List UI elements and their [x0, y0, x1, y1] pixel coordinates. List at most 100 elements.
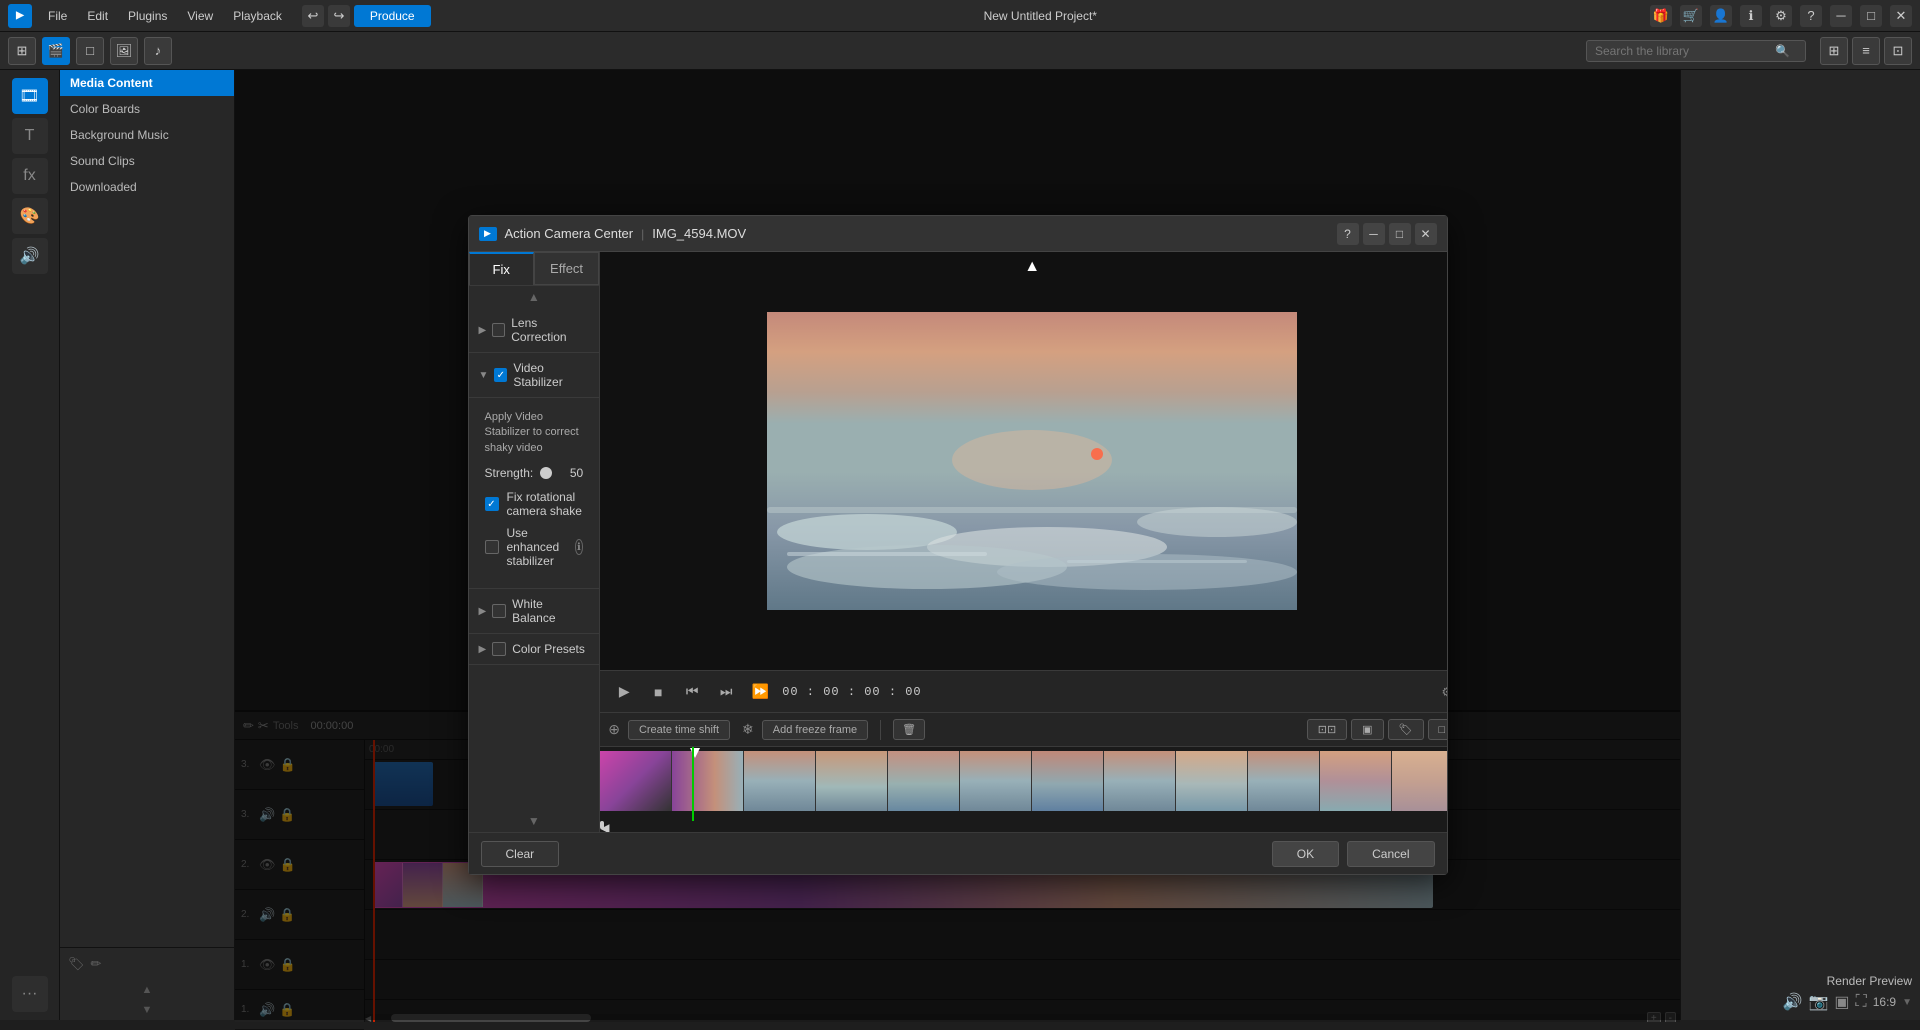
- step-back-button[interactable]: ⏮: [680, 680, 704, 704]
- video-stabilizer-checkbox[interactable]: ✓: [494, 368, 507, 382]
- filmstrip-expand-button[interactable]: □: [1428, 719, 1447, 740]
- media-panel-color-boards[interactable]: Color Boards: [60, 96, 234, 122]
- menu-file[interactable]: File: [40, 5, 75, 27]
- sidebar-more-icon[interactable]: ···: [12, 976, 48, 1012]
- enhanced-stabilizer-info-icon[interactable]: ℹ: [575, 539, 584, 555]
- video-stabilizer-label: Video Stabilizer: [513, 361, 589, 389]
- media-view-button[interactable]: 🎬: [42, 37, 70, 65]
- modal-restore-button[interactable]: □: [1389, 223, 1411, 245]
- enhanced-stabilizer-label: Use enhanced stabilizer: [507, 526, 567, 568]
- undo-button[interactable]: ↩: [302, 5, 324, 27]
- menu-playback[interactable]: Playback: [225, 5, 290, 27]
- cart-icon-button[interactable]: 🛒: [1680, 5, 1702, 27]
- color-presets-header[interactable]: ▶ Color Presets: [469, 634, 600, 665]
- help-icon-button[interactable]: ?: [1800, 5, 1822, 27]
- settings-icon-button[interactable]: ⚙: [1770, 5, 1792, 27]
- white-balance-chevron: ▶: [479, 606, 487, 617]
- enhanced-stabilizer-checkbox[interactable]: [485, 540, 499, 554]
- minimize-button[interactable]: ─: [1830, 5, 1852, 27]
- fix-scroll-down[interactable]: ▼: [469, 810, 600, 832]
- list-view-button[interactable]: ≡: [1852, 37, 1880, 65]
- filmstrip-frame-1: [672, 751, 744, 811]
- filmstrip-frame-8: [1176, 751, 1248, 811]
- modal-minimize-button[interactable]: ─: [1363, 223, 1385, 245]
- strength-slider-thumb[interactable]: [540, 467, 552, 479]
- filmstrip-delete-button[interactable]: 🗑: [893, 719, 925, 740]
- info-icon-button[interactable]: ℹ: [1740, 5, 1762, 27]
- render-caption-icon[interactable]: ▣: [1834, 992, 1849, 1012]
- lens-correction-chevron: ▶: [479, 325, 487, 336]
- render-snapshot-icon[interactable]: 📷: [1808, 992, 1828, 1012]
- filmstrip-frame-6: [1032, 751, 1104, 811]
- strength-slider[interactable]: [541, 471, 551, 475]
- photo-view-button[interactable]: 🖼: [110, 37, 138, 65]
- modal-close-button[interactable]: ✕: [1415, 223, 1437, 245]
- fix-panel: Fix Effect ▲ ▶ Lens Correction: [469, 252, 601, 832]
- fix-scroll-up[interactable]: ▲: [469, 286, 600, 308]
- gift-icon-button[interactable]: 🎁: [1650, 5, 1672, 27]
- filmstrip-clip-icon[interactable]: ▣: [1351, 719, 1383, 740]
- search-box[interactable]: 🔍: [1586, 40, 1806, 62]
- step-forward-button[interactable]: ⏭: [714, 680, 738, 704]
- menu-plugins[interactable]: Plugins: [120, 5, 175, 27]
- filmstrip-scrollbar[interactable]: ◀ ▶: [600, 821, 1446, 829]
- menu-view[interactable]: View: [179, 5, 221, 27]
- white-balance-checkbox[interactable]: [492, 604, 506, 618]
- close-button[interactable]: ✕: [1890, 5, 1912, 27]
- sidebar-audio-icon[interactable]: 🔊: [12, 238, 48, 274]
- tab-effect[interactable]: Effect: [534, 252, 599, 285]
- video-stabilizer-content: Apply Video Stabilizer to correct shaky …: [469, 398, 600, 589]
- sidebar-color-icon[interactable]: 🎨: [12, 198, 48, 234]
- media-panel-downloaded[interactable]: Downloaded: [60, 174, 234, 200]
- filmstrip-marker-btn[interactable]: 🏷: [1388, 719, 1424, 740]
- left-sidebar: 🎞 T fx 🎨 🔊 ···: [0, 70, 60, 1020]
- filmstrip-marker-icon: ⊕: [608, 721, 620, 738]
- filmstrip-fit-button[interactable]: ⊡⊡: [1307, 719, 1347, 740]
- ok-button[interactable]: OK: [1272, 841, 1339, 867]
- filmstrip-scroll-left[interactable]: ◀: [600, 821, 604, 829]
- tab-fix[interactable]: Fix: [469, 252, 534, 285]
- cancel-button[interactable]: Cancel: [1347, 841, 1434, 867]
- produce-button[interactable]: Produce: [354, 5, 431, 27]
- sidebar-title-icon[interactable]: T: [12, 118, 48, 154]
- lens-correction-header[interactable]: ▶ Lens Correction: [469, 308, 600, 353]
- media-panel-scroll-up[interactable]: ▲: [60, 980, 234, 1000]
- render-volume-icon[interactable]: 🔊: [1783, 992, 1803, 1012]
- ratio-display[interactable]: 16:9: [1873, 995, 1896, 1009]
- render-fullscreen-icon[interactable]: ⛶: [1856, 993, 1867, 1011]
- filmstrip-frame-10: [1320, 751, 1392, 811]
- add-freeze-frame-button[interactable]: Add freeze frame: [762, 720, 868, 740]
- redo-button[interactable]: ↪: [328, 5, 350, 27]
- white-balance-header[interactable]: ▶ White Balance: [469, 589, 600, 634]
- media-panel-brush-icon[interactable]: ✏: [91, 956, 102, 972]
- media-panel-tag-icon[interactable]: 🏷: [68, 956, 85, 972]
- modal-help-button[interactable]: ?: [1337, 223, 1359, 245]
- stop-button[interactable]: ■: [646, 680, 670, 704]
- restore-button[interactable]: □: [1860, 5, 1882, 27]
- sidebar-fx-icon[interactable]: fx: [12, 158, 48, 194]
- fast-forward-button[interactable]: ⏩: [748, 680, 772, 704]
- clear-button[interactable]: Clear: [481, 841, 560, 867]
- audio-view-button[interactable]: ♪: [144, 37, 172, 65]
- details-view-button[interactable]: ⊡: [1884, 37, 1912, 65]
- media-panel-scroll-down[interactable]: ▼: [60, 1000, 234, 1020]
- menu-edit[interactable]: Edit: [79, 5, 116, 27]
- sidebar-media-icon[interactable]: 🎞: [12, 78, 48, 114]
- account-icon-button[interactable]: 👤: [1710, 5, 1732, 27]
- media-panel-sound-clips[interactable]: Sound Clips: [60, 148, 234, 174]
- media-panel-background-music[interactable]: Background Music: [60, 122, 234, 148]
- filmstrip-frame-0: [600, 751, 672, 811]
- board-view-button[interactable]: □: [76, 37, 104, 65]
- play-button[interactable]: ▶: [612, 680, 636, 704]
- grid-view-button[interactable]: ⊞: [1820, 37, 1848, 65]
- search-input[interactable]: [1595, 44, 1775, 58]
- create-time-shift-button[interactable]: Create time shift: [628, 720, 730, 740]
- ratio-dropdown-icon[interactable]: ▼: [1902, 997, 1912, 1008]
- playback-settings-icon[interactable]: ⚙: [1441, 685, 1446, 699]
- lens-correction-checkbox[interactable]: [492, 323, 505, 337]
- filmstrip-frame-11: [1392, 751, 1446, 811]
- import-button[interactable]: ⊞: [8, 37, 36, 65]
- fix-rotational-checkbox[interactable]: ✓: [485, 497, 499, 511]
- video-stabilizer-header[interactable]: ▼ ✓ Video Stabilizer: [469, 353, 600, 398]
- color-presets-checkbox[interactable]: [492, 642, 506, 656]
